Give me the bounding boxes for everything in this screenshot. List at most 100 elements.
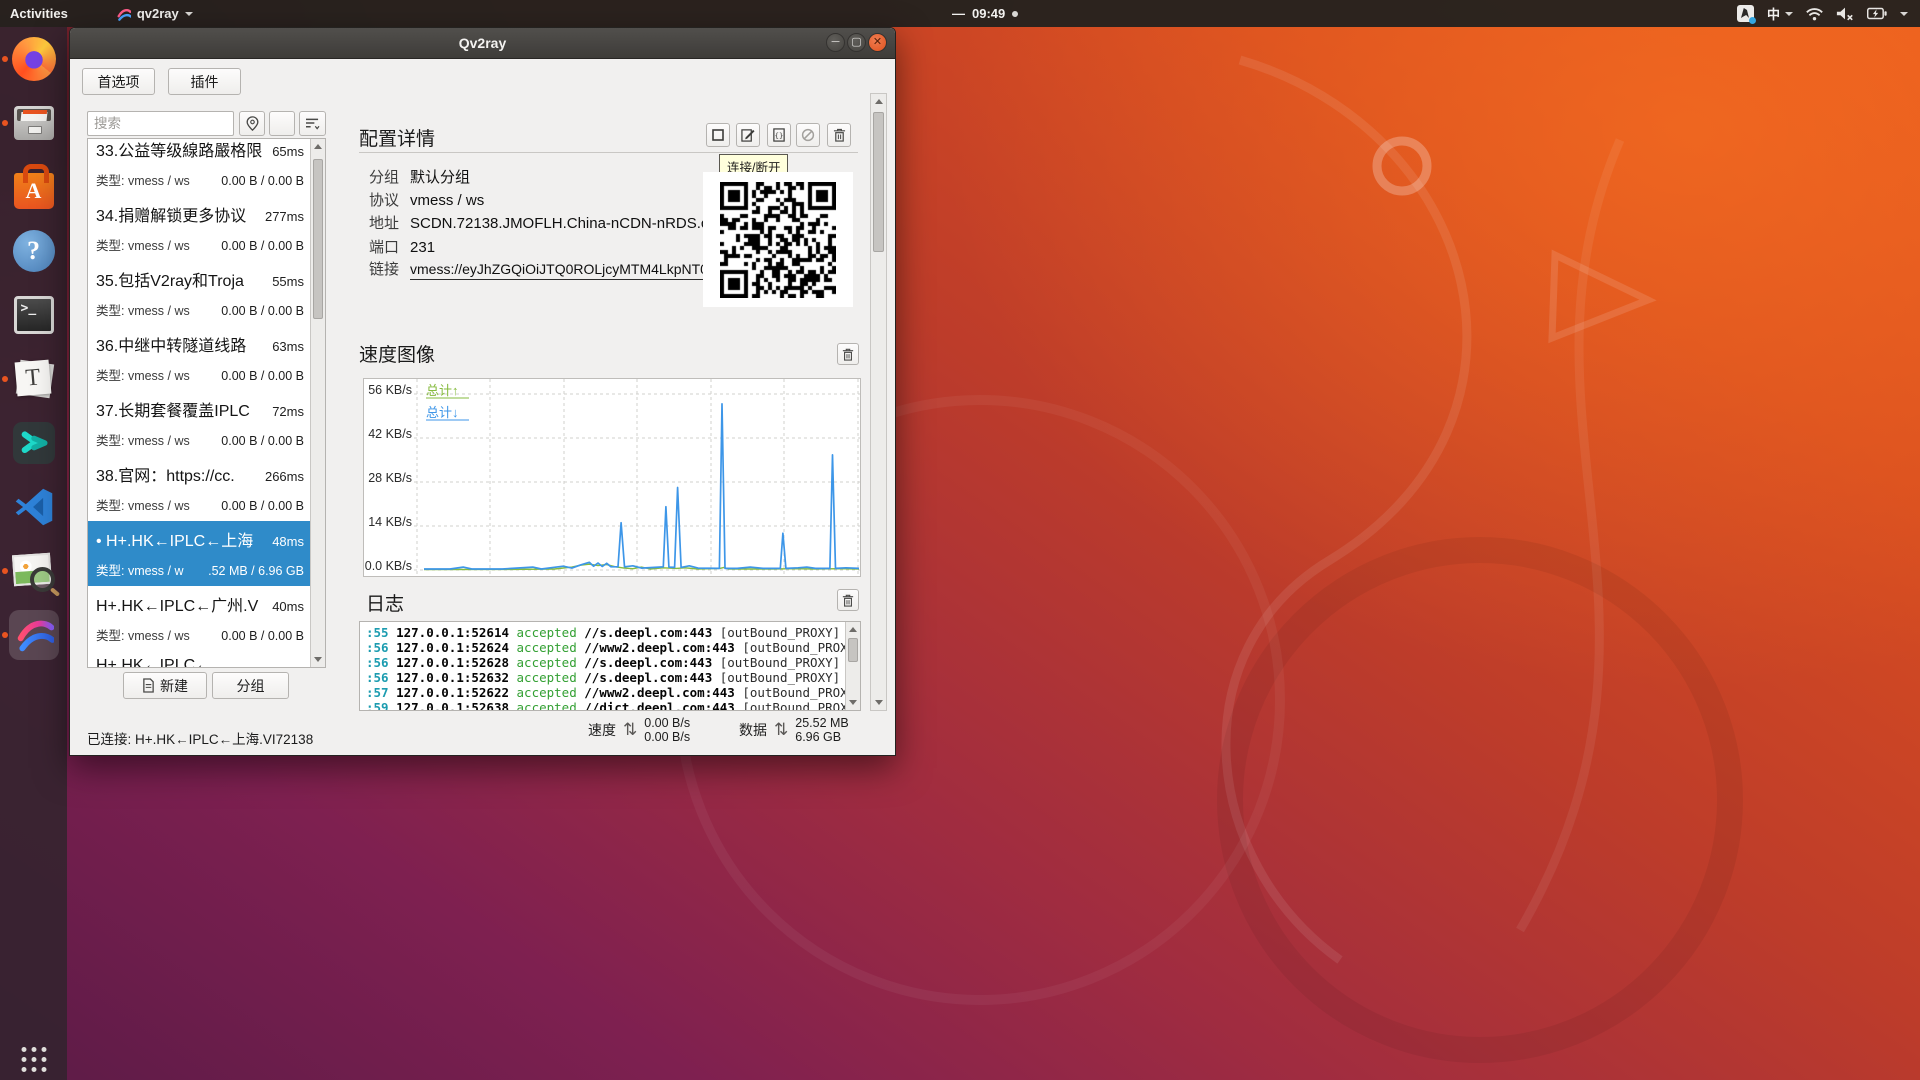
log-line: :56 127.0.0.1:52624 accepted //www2.deep… bbox=[366, 640, 840, 655]
activities-button[interactable]: Activities bbox=[0, 0, 78, 27]
clock-label: 09:49 bbox=[972, 6, 1005, 21]
group-button[interactable]: 分组 bbox=[212, 672, 289, 699]
server-list-item[interactable]: • H+.HK←IPLC←上海48ms类型: vmess / w.52 MB /… bbox=[88, 521, 310, 586]
system-tray: 中 bbox=[1737, 0, 1920, 27]
edit-json-button[interactable]: {} bbox=[767, 123, 791, 147]
dock-help[interactable]: ? bbox=[9, 226, 59, 276]
dock-image-viewer[interactable] bbox=[9, 546, 59, 596]
scroll-down-arrow[interactable] bbox=[846, 695, 860, 710]
close-button[interactable]: ✕ bbox=[868, 33, 887, 52]
volume-muted-icon[interactable] bbox=[1836, 6, 1854, 21]
log-heading: 日志 bbox=[366, 589, 404, 616]
share-link-field: 链接 vmess://eyJhZGQiOiJTQ0ROLjcyMTM4LkpNT… bbox=[369, 258, 709, 280]
media-indicator: — bbox=[952, 6, 965, 21]
location-ping-button[interactable] bbox=[239, 111, 265, 136]
server-list-items: 33.公益等级線路嚴格限65ms类型: vmess / ws0.00 B / 0… bbox=[88, 138, 310, 668]
group-button-label: 分组 bbox=[237, 676, 265, 696]
plugins-button[interactable]: 插件 bbox=[168, 68, 241, 95]
svg-text:28 KB/s: 28 KB/s bbox=[368, 471, 412, 485]
window-titlebar[interactable]: Qv2ray ─ ▢ ✕ bbox=[70, 28, 895, 59]
system-menu-chevron[interactable] bbox=[1900, 12, 1908, 16]
server-list-scrollbar[interactable] bbox=[310, 139, 325, 667]
log-line: :56 127.0.0.1:52632 accepted //s.deepl.c… bbox=[366, 670, 840, 685]
app-menu-label: qv2ray bbox=[137, 6, 179, 21]
dock-ubuntu-software[interactable]: A bbox=[9, 162, 59, 212]
scrollbar-thumb[interactable] bbox=[848, 638, 858, 662]
ime-language-menu[interactable]: 中 bbox=[1767, 0, 1793, 27]
log-output: :55 127.0.0.1:52614 accepted //s.deepl.c… bbox=[359, 621, 861, 711]
server-list-item[interactable]: 37.长期套餐覆盖IPLC72ms类型: vmess / ws0.00 B / … bbox=[88, 391, 310, 456]
panel-scrollbar[interactable] bbox=[870, 93, 887, 711]
scroll-down-arrow[interactable] bbox=[311, 652, 325, 667]
scroll-up-arrow[interactable] bbox=[871, 94, 886, 109]
dock-vscode[interactable] bbox=[9, 482, 59, 532]
new-button-label: 新建 bbox=[160, 676, 188, 696]
dock-tabby[interactable] bbox=[9, 418, 59, 468]
speed-chart: 56 KB/s42 KB/s28 KB/s14 KB/s0.0 KB/s总计↑总… bbox=[363, 378, 861, 577]
up-down-arrows-icon: ⇅ bbox=[623, 720, 637, 740]
config-details-heading: 配置详情 bbox=[359, 124, 435, 151]
circle-slash-icon bbox=[801, 128, 815, 142]
ime-active-dot bbox=[1749, 17, 1756, 24]
tabby-icon bbox=[13, 422, 55, 464]
wifi-icon[interactable] bbox=[1806, 7, 1823, 21]
delete-config-button[interactable] bbox=[827, 123, 851, 147]
dock-qv2ray[interactable] bbox=[9, 610, 59, 660]
legend-1[interactable]: 总计↓ bbox=[426, 405, 459, 420]
scroll-down-arrow[interactable] bbox=[871, 695, 886, 710]
firefox-icon bbox=[12, 37, 56, 81]
log-scrollbar[interactable] bbox=[845, 622, 860, 710]
new-button[interactable]: 新建 bbox=[123, 672, 207, 699]
dock-typora[interactable]: T bbox=[9, 354, 59, 404]
server-list-item[interactable]: 34.捐赠解锁更多协议277ms类型: vmess / ws0.00 B / 0… bbox=[88, 196, 310, 261]
log-line: :56 127.0.0.1:52628 accepted //s.deepl.c… bbox=[366, 655, 840, 670]
new-document-icon bbox=[142, 678, 155, 693]
dock-terminal[interactable]: >_ bbox=[9, 290, 59, 340]
legend-0[interactable]: 总计↑ bbox=[426, 383, 459, 398]
show-applications-button[interactable] bbox=[21, 1047, 46, 1072]
scroll-up-arrow[interactable] bbox=[311, 139, 325, 154]
clear-graph-button[interactable] bbox=[837, 343, 859, 365]
log-line: :55 127.0.0.1:52614 accepted //s.deepl.c… bbox=[366, 625, 840, 640]
preferences-button[interactable]: 首选项 bbox=[82, 68, 155, 95]
scroll-up-arrow[interactable] bbox=[846, 622, 860, 637]
clock-menu[interactable]: — 09:49 bbox=[952, 0, 1018, 27]
server-list-item[interactable]: H+.HK←IPLC←广州.V40ms类型: vmess / ws0.00 B … bbox=[88, 586, 310, 651]
dock-firefox[interactable] bbox=[9, 34, 59, 84]
ubuntu-software-icon: A bbox=[14, 173, 54, 209]
port-field: 端口231 bbox=[369, 236, 435, 257]
trash-icon bbox=[842, 348, 854, 361]
sort-button[interactable] bbox=[299, 111, 326, 136]
scrollbar-thumb[interactable] bbox=[873, 112, 884, 252]
address-field: 地址SCDN.72138.JMOFLH.China-nCDN-nRDS.com bbox=[369, 212, 729, 233]
minimize-button[interactable]: ─ bbox=[826, 33, 845, 52]
share-link-input[interactable]: vmess://eyJhZGQiOiJTQ0ROLjcyMTM4LkpNT0ZM… bbox=[410, 261, 709, 280]
window-title: Qv2ray bbox=[459, 35, 506, 51]
server-list-item[interactable]: H+.HK←IPLC← bbox=[88, 651, 310, 668]
dock-files[interactable] bbox=[9, 98, 59, 148]
app-menu[interactable]: qv2ray bbox=[106, 0, 203, 27]
server-list-item[interactable]: 36.中继中转隧道线路63ms类型: vmess / ws0.00 B / 0.… bbox=[88, 326, 310, 391]
search-input[interactable] bbox=[87, 111, 234, 136]
running-indicator bbox=[2, 376, 8, 382]
terminal-icon: >_ bbox=[14, 296, 54, 334]
trash-icon bbox=[842, 594, 854, 607]
connect-disconnect-button[interactable] bbox=[706, 123, 730, 147]
input-method-icon[interactable] bbox=[1737, 5, 1754, 22]
clear-log-button[interactable] bbox=[837, 589, 859, 611]
files-icon bbox=[14, 106, 54, 140]
running-indicator bbox=[2, 632, 8, 638]
scrollbar-thumb[interactable] bbox=[313, 159, 323, 319]
svg-text:0.0 KB/s: 0.0 KB/s bbox=[365, 559, 412, 573]
blank-tool-button[interactable] bbox=[269, 111, 295, 136]
plugins-label: 插件 bbox=[191, 72, 219, 92]
typora-icon: T bbox=[12, 357, 56, 401]
latency-test-button[interactable] bbox=[796, 123, 820, 147]
maximize-button[interactable]: ▢ bbox=[847, 33, 866, 52]
chevron-down-icon bbox=[1785, 12, 1793, 16]
server-list-item[interactable]: 35.包括V2ray和Troja55ms类型: vmess / ws0.00 B… bbox=[88, 261, 310, 326]
server-list-item[interactable]: 38.官网：https://cc.266ms类型: vmess / ws0.00… bbox=[88, 456, 310, 521]
battery-charging-icon[interactable] bbox=[1867, 7, 1887, 20]
edit-config-button[interactable] bbox=[736, 123, 760, 147]
server-list-item[interactable]: 33.公益等级線路嚴格限65ms类型: vmess / ws0.00 B / 0… bbox=[88, 138, 310, 196]
